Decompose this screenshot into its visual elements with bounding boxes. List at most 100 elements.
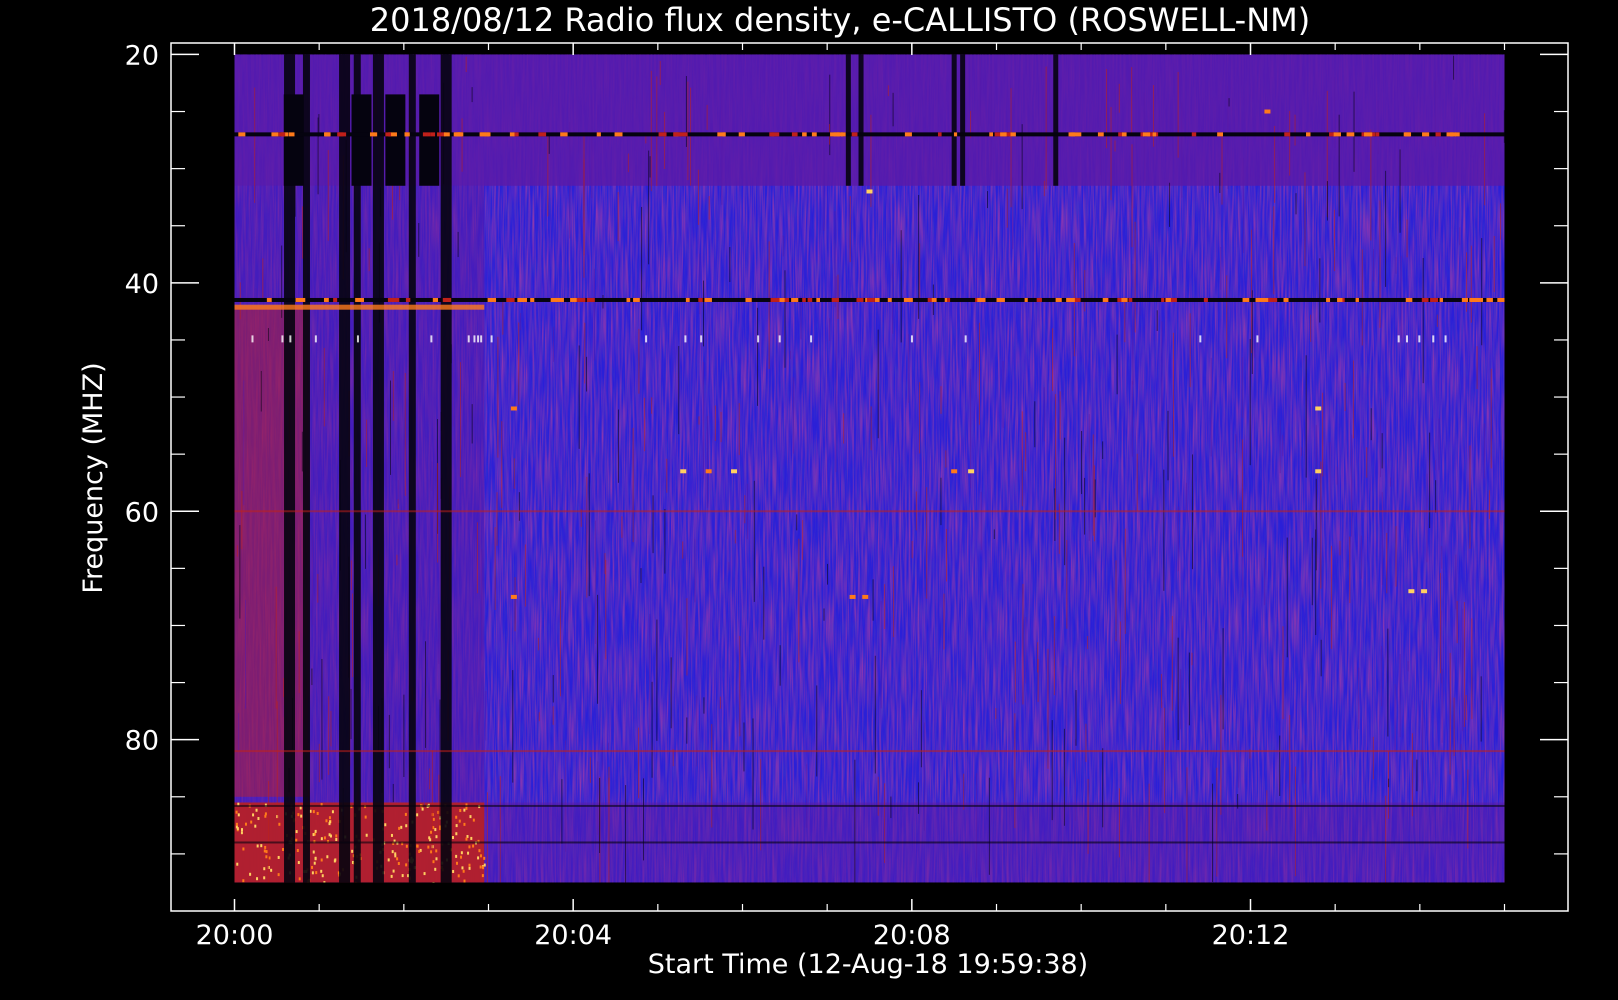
noise-streak [1065, 665, 1067, 787]
noise-speckle [394, 852, 397, 856]
noise-streak [1434, 460, 1436, 471]
noise-streak [586, 356, 588, 392]
line-speckle [1074, 297, 1081, 302]
noise-speckle [323, 881, 326, 883]
dark-block [283, 94, 304, 186]
noise-streak [1237, 740, 1239, 788]
burst-dot [968, 469, 975, 474]
noise-speckle [236, 862, 239, 866]
dark-block [419, 94, 440, 186]
line-speckle [673, 132, 681, 137]
spectrogram-chart: 2018/08/12 Radio flux density, e-CALLIST… [78, 1, 1569, 980]
noise-streak [1421, 700, 1423, 790]
line-speckle [338, 132, 347, 137]
noise-streak [802, 520, 804, 560]
noise-streak [843, 413, 845, 444]
noise-streak [682, 541, 684, 559]
marker-tick [430, 335, 433, 343]
noise-streak [1014, 713, 1016, 829]
noise-streak [874, 655, 876, 774]
noise-streak [978, 322, 980, 425]
noise-streak [518, 492, 520, 521]
noise-streak [245, 599, 247, 709]
noise-speckle [265, 850, 268, 854]
noise-streak [1084, 477, 1086, 535]
noise-speckle [459, 809, 462, 813]
noise-speckle [468, 845, 471, 849]
weak-line-dark [234, 841, 1505, 844]
noise-streak [900, 230, 902, 343]
noise-streak [1319, 553, 1321, 626]
noise-streak [1381, 645, 1383, 707]
noise-streak [1406, 219, 1408, 258]
noise-streak [1186, 767, 1188, 883]
noise-streak [979, 56, 981, 126]
noise-speckle [365, 833, 368, 837]
line-speckle [1326, 297, 1331, 302]
noise-streak [1490, 368, 1492, 469]
noise-streak [980, 491, 982, 550]
noise-speckle [351, 849, 354, 853]
noise-speckle [397, 862, 400, 866]
noise-streak [917, 782, 919, 814]
noise-streak [312, 535, 314, 625]
noise-speckle [264, 845, 267, 849]
noise-speckle [300, 814, 303, 818]
noise-streak [1139, 307, 1141, 316]
noise-streak [686, 717, 688, 744]
noise-streak [643, 778, 645, 861]
line-speckle [486, 132, 491, 137]
noise-streak [664, 111, 666, 170]
noise-streak [459, 362, 461, 478]
line-speckle [1242, 297, 1250, 302]
line-speckle [1055, 297, 1062, 302]
x-axis-label: Start Time (12-Aug-18 19:59:38) [648, 949, 1088, 980]
noise-streak [350, 560, 352, 591]
noise-streak [1143, 92, 1145, 182]
noise-speckle [482, 866, 485, 870]
noise-speckle [421, 807, 424, 811]
noise-streak [940, 386, 942, 414]
line-early-bright [234, 304, 485, 310]
noise-streak [485, 691, 487, 741]
noise-streak [638, 328, 640, 394]
noise-streak [1441, 668, 1443, 743]
line-speckle [1430, 297, 1439, 302]
dark-streak [845, 54, 851, 186]
noise-streak [1227, 86, 1229, 189]
noise-streak [465, 56, 467, 73]
noise-streak [1116, 334, 1118, 395]
noise-speckle [321, 874, 324, 878]
noise-speckle [297, 813, 300, 817]
noise-speckle [460, 851, 463, 855]
noise-streak [1429, 432, 1431, 529]
noise-streak [481, 549, 483, 661]
noise-streak [1340, 758, 1342, 776]
noise-streak [757, 307, 759, 406]
noise-speckle [467, 851, 470, 855]
noise-streak [1084, 269, 1086, 312]
noise-streak [1045, 66, 1047, 190]
noise-streak [823, 111, 825, 231]
line-speckle [238, 132, 246, 137]
noise-streak [352, 593, 354, 678]
noise-streak [699, 253, 701, 315]
line-speckle [555, 297, 564, 302]
noise-streak [721, 88, 723, 205]
dark-streak [440, 54, 452, 883]
noise-streak [1304, 172, 1306, 267]
noise-speckle [472, 844, 475, 848]
dark-streak [302, 54, 310, 883]
noise-speckle [472, 818, 475, 822]
noise-streak [548, 134, 550, 154]
noise-streak [1501, 449, 1503, 460]
noise-streak [298, 631, 300, 694]
noise-speckle [468, 866, 471, 870]
line-speckle [633, 297, 640, 302]
noise-streak [452, 359, 454, 427]
noise-streak [1087, 635, 1089, 650]
burst-dot [849, 594, 856, 599]
noise-streak [706, 415, 708, 508]
noise-streak [648, 150, 650, 265]
line-speckle [1000, 132, 1007, 137]
